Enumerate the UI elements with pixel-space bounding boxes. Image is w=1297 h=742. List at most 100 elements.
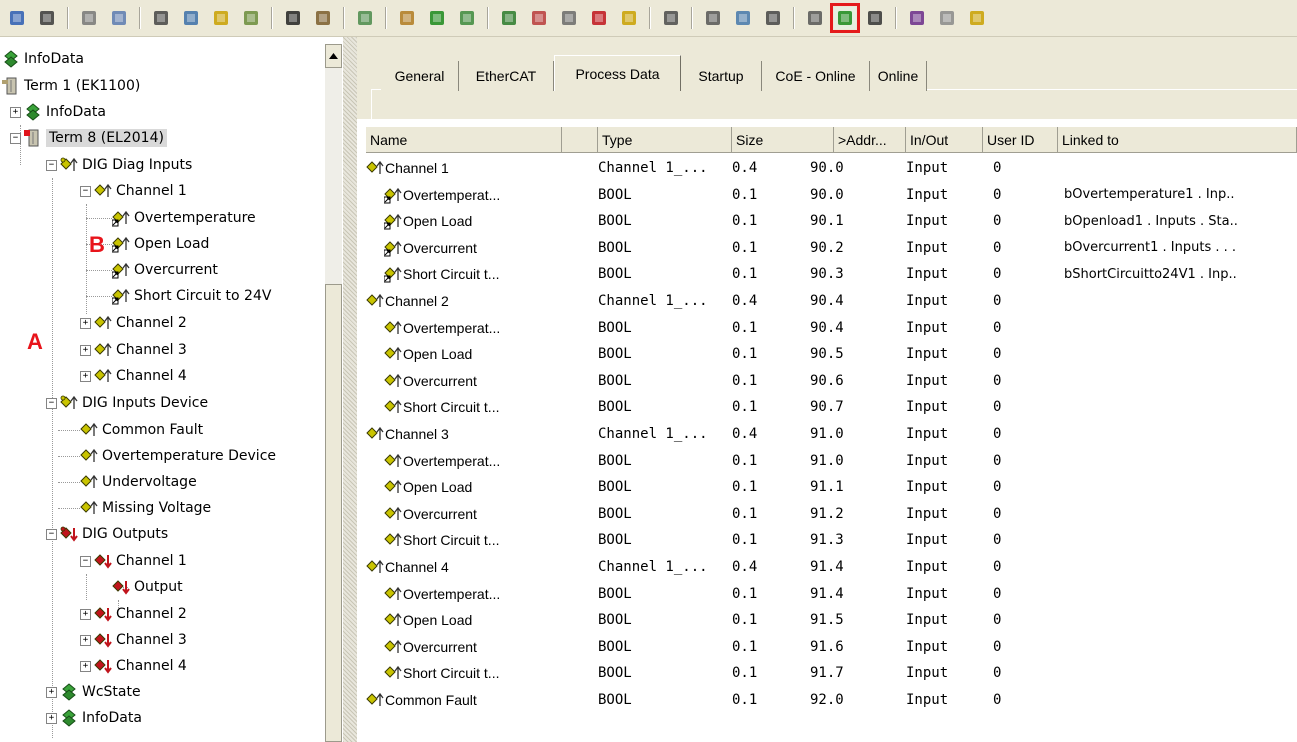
table-row[interactable]: Overcurrent	[384, 235, 562, 261]
help-question-icon[interactable]	[966, 7, 988, 29]
table-row[interactable]: Overcurrent	[384, 634, 562, 660]
tree-item[interactable]: Open Load	[111, 231, 209, 257]
tree-item[interactable]: + Channel 4	[80, 363, 187, 389]
expand-icon[interactable]: +	[80, 317, 91, 329]
target-system-icon[interactable]	[618, 7, 640, 29]
print-icon[interactable]	[78, 7, 100, 29]
scroll-up-arrow-icon[interactable]	[325, 44, 342, 68]
tab-startup[interactable]: Startup	[681, 61, 762, 91]
tree-item[interactable]: + InfoData	[46, 705, 142, 731]
table-row[interactable]: Channel 4	[366, 554, 562, 580]
table-row[interactable]: Open Load	[384, 208, 562, 234]
tree-item[interactable]: Missing Voltage	[80, 495, 211, 521]
show-online-data-icon[interactable]	[830, 3, 860, 33]
tree-item[interactable]: + Channel 4	[80, 653, 187, 679]
column-header[interactable]: Name	[366, 127, 562, 153]
column-header[interactable]	[562, 127, 598, 153]
tree-item[interactable]: Output	[112, 574, 183, 600]
zoom-icon[interactable]	[732, 7, 754, 29]
column-header[interactable]: Linked to	[1058, 127, 1297, 153]
tree-item[interactable]: − Channel 1	[80, 548, 187, 574]
tree-item[interactable]: − DIG Diag Inputs	[46, 152, 192, 178]
expand-icon[interactable]: +	[46, 712, 57, 724]
table-row[interactable]: Channel 1	[366, 155, 562, 181]
show-target-icon[interactable]	[354, 7, 376, 29]
watch-icon[interactable]	[804, 7, 826, 29]
collapse-icon[interactable]: −	[80, 185, 91, 197]
expand-icon[interactable]: +	[80, 370, 91, 382]
tab-process-data[interactable]: Process Data	[554, 55, 681, 91]
tree-item[interactable]: + Channel 3	[80, 627, 187, 653]
tree-item[interactable]: + Channel 2	[80, 310, 187, 336]
help-book-icon[interactable]	[906, 7, 928, 29]
tab-online[interactable]: Online	[870, 61, 927, 91]
table-row[interactable]: Common Fault	[366, 687, 562, 713]
tree-item[interactable]: Overtemperature Device	[80, 443, 276, 469]
column-header[interactable]: Type	[598, 127, 732, 153]
restart-config-icon[interactable]	[528, 7, 550, 29]
expand-icon[interactable]: +	[80, 634, 91, 646]
tab-coe-online[interactable]: CoE - Online	[762, 61, 870, 91]
expand-icon[interactable]: +	[10, 106, 21, 118]
tree-scrollbar[interactable]	[325, 44, 342, 742]
tree-item[interactable]: − DIG Inputs Device	[46, 390, 208, 416]
column-header[interactable]: >Addr...	[834, 127, 906, 153]
tree-item[interactable]: − DIG Outputs	[46, 521, 168, 547]
online-values-icon[interactable]	[762, 7, 784, 29]
expand-icon[interactable]: +	[80, 660, 91, 672]
column-header[interactable]: In/Out	[906, 127, 983, 153]
table-row[interactable]: Open Load	[384, 341, 562, 367]
scroll-thumb[interactable]	[325, 284, 342, 742]
dictionary-icon[interactable]	[702, 7, 724, 29]
cut-icon[interactable]	[150, 7, 172, 29]
table-row[interactable]: Overtemperat...	[384, 182, 562, 208]
save-icon[interactable]	[36, 7, 58, 29]
tree-item[interactable]: + Channel 2	[80, 601, 187, 627]
copy-icon[interactable]	[180, 7, 202, 29]
help-index-icon[interactable]	[936, 7, 958, 29]
tree-item[interactable]: + InfoData	[10, 99, 106, 125]
column-header[interactable]: User ID	[983, 127, 1058, 153]
column-header[interactable]: Size	[732, 127, 834, 153]
expand-icon[interactable]: +	[80, 608, 91, 620]
new-icon[interactable]	[6, 7, 28, 29]
tree-item[interactable]: Overtemperature	[111, 205, 256, 231]
paste-icon[interactable]	[210, 7, 232, 29]
table-row[interactable]: Overtemperat...	[384, 448, 562, 474]
tree-item[interactable]: Overcurrent	[111, 257, 218, 283]
tree-item[interactable]: + WcState	[46, 679, 141, 705]
expand-icon[interactable]: +	[80, 344, 91, 356]
collapse-icon[interactable]: −	[46, 528, 57, 540]
collapse-icon[interactable]: −	[10, 132, 21, 144]
tree-item[interactable]: Common Fault	[80, 417, 203, 443]
generate-mappings-icon[interactable]	[660, 7, 682, 29]
tree-item[interactable]: − Term 8 (EL2014)	[10, 125, 167, 151]
show-sub-items-icon[interactable]	[864, 7, 886, 29]
scan-boxes-icon[interactable]	[558, 7, 580, 29]
table-row[interactable]: Overtemperat...	[384, 315, 562, 341]
find-icon[interactable]	[282, 7, 304, 29]
check-config-icon[interactable]	[426, 7, 448, 29]
table-row[interactable]: Short Circuit t...	[384, 394, 562, 420]
replace-icon[interactable]	[312, 7, 334, 29]
tree-item[interactable]: Undervoltage	[80, 469, 197, 495]
table-row[interactable]: Open Load	[384, 607, 562, 633]
collapse-icon[interactable]: −	[80, 555, 91, 567]
build-icon[interactable]	[456, 7, 478, 29]
tree-item[interactable]: Short Circuit to 24V	[111, 283, 271, 309]
collapse-icon[interactable]: −	[46, 159, 57, 171]
tree-item[interactable]: + Channel 3	[80, 337, 187, 363]
expand-icon[interactable]: +	[46, 686, 57, 698]
table-row[interactable]: Overcurrent	[384, 368, 562, 394]
table-row[interactable]: Channel 3	[366, 421, 562, 447]
toggle-freerun-icon[interactable]	[588, 7, 610, 29]
table-row[interactable]: Overcurrent	[384, 501, 562, 527]
paste-with-links-icon[interactable]	[240, 7, 262, 29]
tab-general[interactable]: General	[381, 61, 459, 91]
table-row[interactable]: Short Circuit t...	[384, 261, 562, 287]
table-row[interactable]: Overtemperat...	[384, 581, 562, 607]
table-row[interactable]: Short Circuit t...	[384, 527, 562, 553]
scan-devices-icon[interactable]	[396, 7, 418, 29]
table-row[interactable]: Short Circuit t...	[384, 660, 562, 686]
tree-item[interactable]: − Channel 1	[80, 178, 187, 204]
